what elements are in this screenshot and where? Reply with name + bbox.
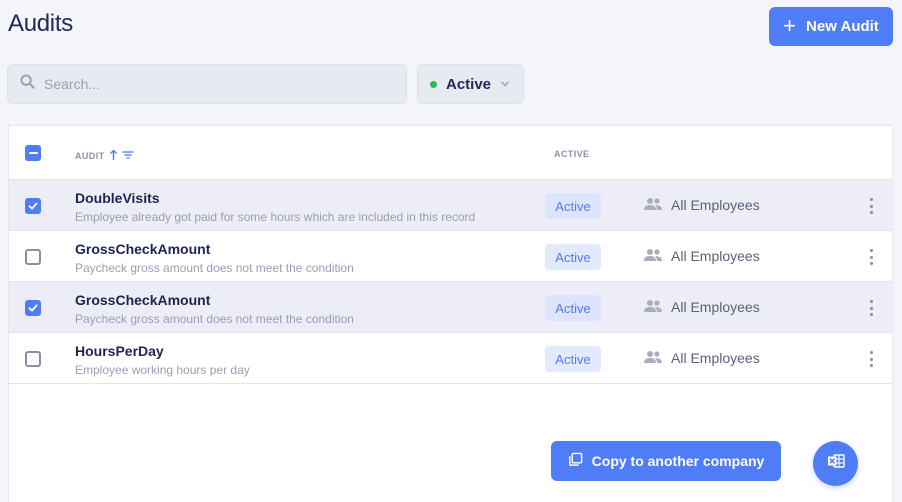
column-header-audit[interactable]: AUDIT xyxy=(75,149,134,163)
export-excel-button[interactable] xyxy=(813,441,858,486)
audit-name: GrossCheckAmount xyxy=(75,241,211,257)
table-row[interactable]: HoursPerDay Employee working hours per da… xyxy=(9,333,892,384)
plus-icon: + xyxy=(783,12,797,38)
audit-description: Paycheck gross amount does not meet the … xyxy=(75,261,354,275)
chevron-down-icon xyxy=(500,76,510,93)
sort-arrow-up-icon[interactable] xyxy=(109,149,118,163)
status-badge: Active xyxy=(545,346,601,372)
search-box[interactable] xyxy=(7,64,407,104)
status-badge: Active xyxy=(545,295,601,321)
search-icon xyxy=(20,74,35,94)
search-input[interactable] xyxy=(44,76,364,92)
employee-scope: All Employees xyxy=(671,299,760,315)
more-options-icon[interactable] xyxy=(867,350,875,368)
audit-name: GrossCheckAmount xyxy=(75,292,211,308)
audit-name: DoubleVisits xyxy=(75,190,160,206)
table-row[interactable]: GrossCheckAmount Paycheck gross amount do… xyxy=(9,282,892,333)
copy-icon xyxy=(568,452,583,470)
employee-scope: All Employees xyxy=(671,248,760,264)
people-icon xyxy=(643,197,663,216)
copy-button-label: Copy to another company xyxy=(591,453,765,469)
row-checkbox[interactable] xyxy=(25,351,41,367)
row-checkbox[interactable] xyxy=(25,249,41,265)
status-filter-value: Active xyxy=(446,75,492,93)
select-all-checkbox[interactable] xyxy=(25,145,41,161)
more-options-icon[interactable] xyxy=(867,299,875,317)
new-audit-label: New Audit xyxy=(806,18,879,35)
more-options-icon[interactable] xyxy=(867,197,875,215)
copy-to-company-button[interactable]: Copy to another company xyxy=(551,441,781,481)
new-audit-button[interactable]: + New Audit xyxy=(769,7,893,46)
status-dot-icon xyxy=(430,80,437,88)
audit-description: Employee working hours per day xyxy=(75,363,250,377)
page-title: Audits xyxy=(8,10,73,37)
employee-scope: All Employees xyxy=(671,197,760,213)
row-checkbox[interactable] xyxy=(25,300,41,316)
column-label-audit: AUDIT xyxy=(75,151,105,161)
more-options-icon[interactable] xyxy=(867,248,875,266)
row-checkbox[interactable] xyxy=(25,198,41,214)
excel-icon xyxy=(827,453,845,474)
status-badge: Active xyxy=(545,244,601,270)
column-header-active: ACTIVE xyxy=(554,149,590,159)
table-row[interactable]: DoubleVisits Employee already got paid fo… xyxy=(9,180,892,231)
audit-name: HoursPerDay xyxy=(75,343,164,359)
audit-description: Employee already got paid for some hours… xyxy=(75,210,476,224)
audit-description: Paycheck gross amount does not meet the … xyxy=(75,312,354,326)
people-icon xyxy=(643,299,663,318)
status-badge: Active xyxy=(545,193,601,219)
people-icon xyxy=(643,350,663,369)
employee-scope: All Employees xyxy=(671,350,760,366)
status-filter-dropdown[interactable]: Active xyxy=(417,64,524,104)
table-header: AUDIT ACTIVE xyxy=(9,126,892,180)
table-row[interactable]: GrossCheckAmount Paycheck gross amount do… xyxy=(9,231,892,282)
filter-lines-icon[interactable] xyxy=(122,150,134,162)
people-icon xyxy=(643,248,663,267)
